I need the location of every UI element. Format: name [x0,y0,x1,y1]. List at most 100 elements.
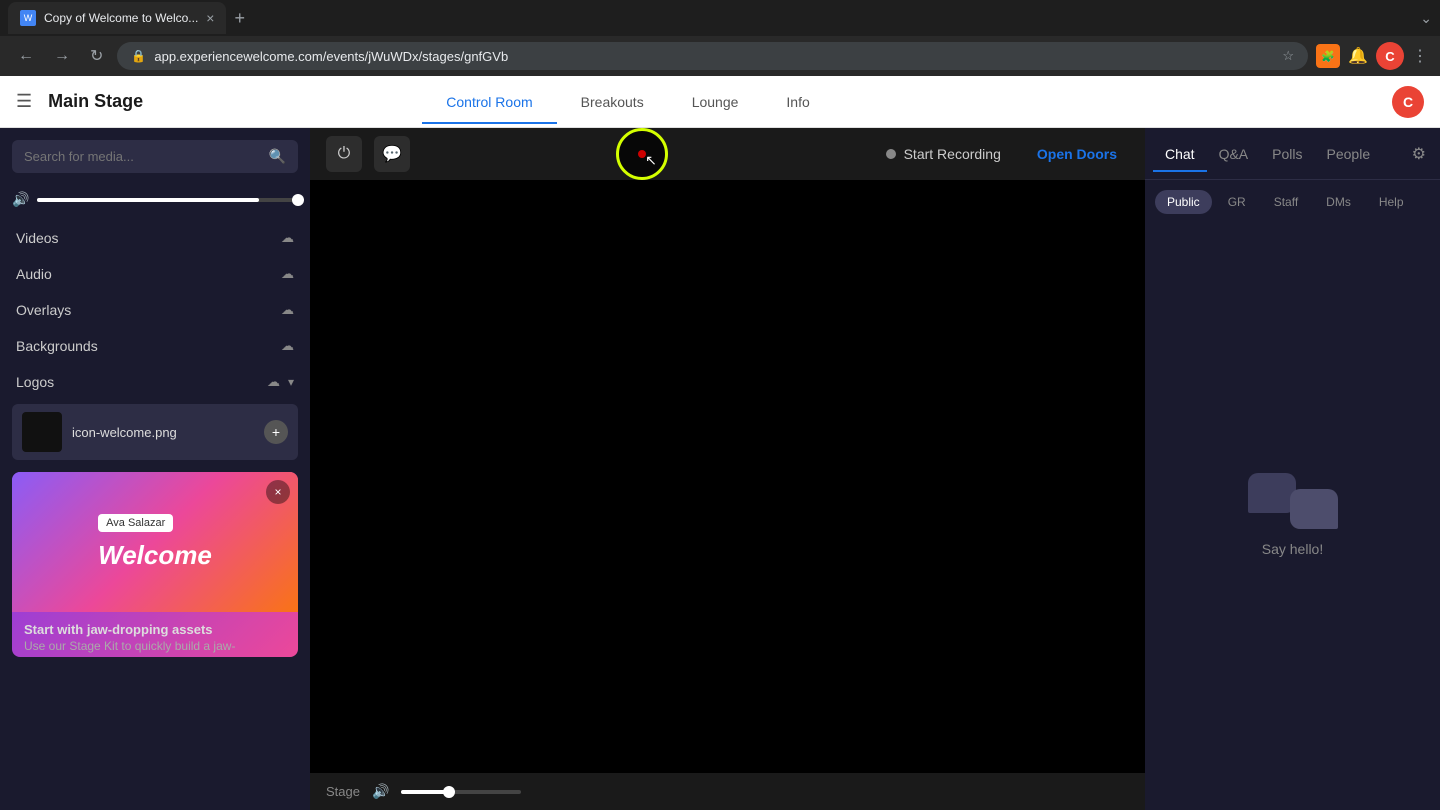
tab-title: Copy of Welcome to Welco... [44,11,198,25]
right-sidebar: Chat Q&A Polls People ⚙ Public GR Staff … [1145,128,1440,810]
filter-public[interactable]: Public [1155,190,1212,214]
videos-upload-icon: ☁ [281,230,294,246]
tab-chat[interactable]: Chat [1153,136,1207,172]
filter-help[interactable]: Help [1367,190,1416,214]
main-content: 🔍 🔊 Videos ☁ Audio ☁ Overlays ☁ [0,128,1440,810]
name-tag: Ava Salazar [98,514,173,532]
hamburger-menu-button[interactable]: ☰ [16,91,32,112]
stage-slider-fill [401,790,449,794]
sidebar-section-logos[interactable]: Logos ☁ ▾ [0,364,310,400]
tab-close-button[interactable]: × [206,10,214,26]
nav-info[interactable]: Info [762,80,833,124]
settings-gear-button[interactable]: ⚙ [1406,138,1432,170]
extension-icon[interactable]: 🧩 [1316,44,1340,68]
sidebar-section-videos[interactable]: Videos ☁ [0,220,310,256]
promo-text: Start with jaw-dropping assets Use our S… [12,612,298,657]
sidebar-section-backgrounds[interactable]: Backgrounds ☁ [0,328,310,364]
stage-video [310,180,1145,773]
logos-upload-icon: ☁ [267,374,280,390]
sidebar-section-audio[interactable]: Audio ☁ [0,256,310,292]
sidebar-section-overlays[interactable]: Overlays ☁ [0,292,310,328]
audio-label: Audio [16,266,273,282]
chat-bubble-left [1248,473,1296,513]
cursor-arrow-icon: ↖ [645,152,657,169]
record-label: Start Recording [904,146,1001,162]
app-title: Main Stage [48,91,143,112]
say-hello-text: Say hello! [1262,541,1323,557]
volume-icon: 🔊 [12,191,29,208]
logo-add-button[interactable]: + [264,420,288,444]
videos-label: Videos [16,230,273,246]
stage-volume-icon: 🔊 [372,783,389,800]
promo-desc: Use our Stage Kit to quickly build a jaw… [24,639,286,653]
browser-profile-avatar[interactable]: C [1376,42,1404,70]
logos-chevron-icon: ▾ [288,375,294,389]
tab-extra-controls: ⌄ [1420,10,1432,27]
tab-people[interactable]: People [1315,136,1383,172]
tab-search-icon: ⌄ [1420,10,1432,27]
volume-thumb [292,194,304,206]
welcome-text: Welcome [98,540,212,571]
featured-card-bg: Ava Salazar Welcome [12,472,298,612]
overlays-upload-icon: ☁ [281,302,294,318]
featured-card[interactable]: Ava Salazar Welcome × Start with jaw-dro… [12,472,298,657]
logo-thumbnail [22,412,62,452]
active-tab[interactable]: W Copy of Welcome to Welco... × [8,2,226,34]
chat-body: Say hello! [1145,220,1440,810]
volume-fill [37,198,258,202]
nav-control-room[interactable]: Control Room [422,80,556,124]
logo-name: icon-welcome.png [72,425,254,440]
bookmark-icon[interactable]: ☆ [1282,48,1294,64]
nav-right-controls: 🧩 🔔 C ⋮ [1316,42,1428,70]
search-box[interactable]: 🔍 [12,140,298,173]
start-recording-button[interactable]: Start Recording [874,140,1013,168]
tab-polls[interactable]: Polls [1260,136,1314,172]
logos-label: Logos [16,374,259,390]
tab-qa[interactable]: Q&A [1207,136,1261,172]
volume-slider[interactable] [37,198,298,202]
app-nav: Control Room Breakouts Lounge Info [422,80,834,124]
close-card-button[interactable]: × [266,480,290,504]
app: ☰ Main Stage Control Room Breakouts Loun… [0,76,1440,810]
logo-item[interactable]: icon-welcome.png + [12,404,298,460]
app-header-right: C [1392,86,1424,118]
open-doors-button[interactable]: Open Doors [1025,140,1129,168]
nav-lounge[interactable]: Lounge [668,80,763,124]
address-bar[interactable]: 🔒 app.experiencewelcome.com/events/jWuWD… [117,42,1308,70]
stage-volume-slider[interactable] [401,790,521,794]
right-tabs: Chat Q&A Polls People ⚙ [1145,128,1440,180]
filter-staff[interactable]: Staff [1262,190,1310,214]
address-bar-icons: ☆ [1282,48,1294,64]
chat-bubble-right [1290,489,1338,529]
record-dot-icon [886,149,896,159]
stage-slider-thumb [443,786,455,798]
app-header: ☰ Main Stage Control Room Breakouts Loun… [0,76,1440,128]
back-button[interactable]: ← [12,43,40,69]
promo-title: Start with jaw-dropping assets [24,622,286,637]
tab-bar: W Copy of Welcome to Welco... × + ⌄ [0,0,1440,36]
user-avatar[interactable]: C [1392,86,1424,118]
filter-dms[interactable]: DMs [1314,190,1363,214]
reload-button[interactable]: ↻ [84,42,109,70]
chat-bubbles-illustration [1248,473,1338,529]
volume-control: 🔊 [0,185,310,220]
stage-toolbar: ⏻ 💬 ↖ Start Recording Open Doors [310,128,1145,180]
chat-bubble-button[interactable]: 💬 [374,136,410,172]
tab-favicon: W [20,10,36,26]
chat-filter-tabs: Public GR Staff DMs Help [1145,180,1440,220]
nav-breakouts[interactable]: Breakouts [557,80,668,124]
featured-card-image: Ava Salazar Welcome [12,472,298,612]
power-button[interactable]: ⏻ [326,136,362,172]
stage-label: Stage [326,784,360,799]
forward-button[interactable]: → [48,43,76,69]
search-input[interactable] [24,149,261,164]
filter-gr[interactable]: GR [1216,190,1258,214]
new-tab-button[interactable]: + [230,4,249,33]
overlays-label: Overlays [16,302,273,318]
stage-bottom: Stage 🔊 [310,773,1145,810]
lock-icon: 🔒 [131,49,146,63]
search-icon: 🔍 [269,148,286,165]
more-options-icon[interactable]: ⋮ [1412,46,1428,66]
bell-icon[interactable]: 🔔 [1348,46,1368,66]
backgrounds-upload-icon: ☁ [281,338,294,354]
